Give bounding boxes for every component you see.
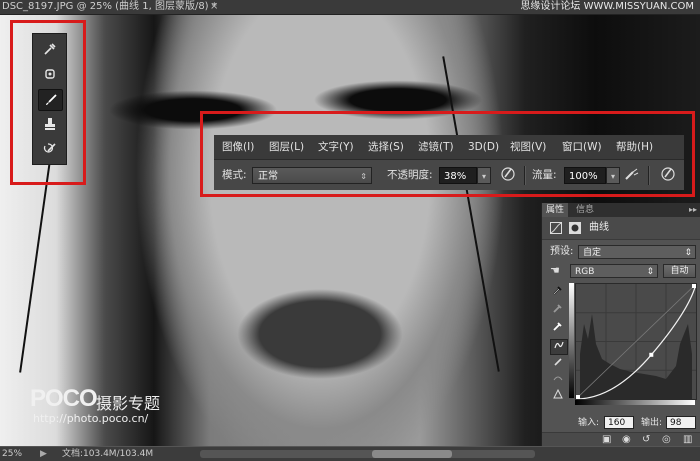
input-gradient-bar xyxy=(575,400,695,405)
white-point-eyedropper-icon[interactable] xyxy=(550,321,566,335)
opacity-field[interactable]: 38% xyxy=(439,167,477,184)
channel-row: ☚ RGB ⇕ 自动 xyxy=(542,262,700,280)
opacity-label: 不透明度: xyxy=(387,169,433,181)
horizontal-scrollbar[interactable] xyxy=(200,450,535,458)
menu-select[interactable]: 选择(S) xyxy=(368,135,404,159)
stamp-icon[interactable] xyxy=(38,114,61,134)
pressure-size-icon[interactable] xyxy=(658,166,678,185)
poco-logo: POCO xyxy=(30,385,98,412)
options-separator xyxy=(524,166,526,185)
input-output-row: 输入: 160 输出: 98 xyxy=(542,415,700,431)
preset-select[interactable]: 自定 ⇕ xyxy=(578,245,696,259)
pressure-opacity-icon[interactable] xyxy=(498,166,518,185)
tab-info[interactable]: 信息 xyxy=(572,203,598,217)
flow-field[interactable]: 100% xyxy=(564,167,606,184)
delete-icon[interactable]: ▥ xyxy=(683,433,692,447)
options-bar: 模式: 正常 ⇕ 不透明度: 38% ▾ 流量: 100% ▾ xyxy=(214,159,684,190)
mode-select[interactable]: 正常 ⇕ xyxy=(252,167,372,184)
smooth-icon[interactable] xyxy=(550,373,566,387)
menu-type[interactable]: 文字(Y) xyxy=(318,135,354,159)
preset-label: 预设: xyxy=(550,246,574,257)
status-menu-icon[interactable]: ▶ xyxy=(40,447,47,461)
channel-select[interactable]: RGB ⇕ xyxy=(570,264,658,278)
properties-tabs: 属性 信息 ▸▸ xyxy=(542,203,700,217)
poco-brand: 摄影专题 xyxy=(96,394,161,413)
scrollbar-thumb[interactable] xyxy=(372,450,452,458)
collapse-icon[interactable]: ▸▸ xyxy=(689,203,697,217)
menu-window[interactable]: 窗口(W) xyxy=(562,135,602,159)
curve-point[interactable] xyxy=(649,352,654,357)
select-arrows-icon: ⇕ xyxy=(646,267,654,277)
preset-row: 预设: 自定 ⇕ xyxy=(542,243,700,261)
select-arrows-icon: ⇕ xyxy=(684,248,692,258)
hand-target-icon[interactable]: ☚ xyxy=(550,264,560,277)
black-point-eyedropper-icon[interactable] xyxy=(550,285,566,299)
mode-label: 模式: xyxy=(222,169,247,181)
eyedropper-icon[interactable] xyxy=(38,39,61,59)
options-separator xyxy=(648,166,650,185)
gray-point-eyedropper-icon[interactable] xyxy=(550,303,566,317)
output-label: 输出: xyxy=(641,418,663,428)
reset-icon[interactable]: ↺ xyxy=(642,433,650,447)
curve-point[interactable] xyxy=(692,284,696,288)
menu-bar: 图像(I) 图层(L) 文字(Y) 选择(S) 滤镜(T) 3D(D) 视图(V… xyxy=(214,135,684,159)
input-field[interactable]: 160 xyxy=(604,416,634,429)
status-bar: 25% ▶ 文档:103.4M/103.4M xyxy=(0,446,700,461)
opacity-dropdown-icon[interactable]: ▾ xyxy=(477,167,491,184)
airbrush-icon[interactable] xyxy=(622,166,642,185)
visibility-icon[interactable]: ◎ xyxy=(662,433,671,447)
view-previous-icon[interactable]: ◉ xyxy=(622,433,631,447)
curve-point[interactable] xyxy=(576,395,580,399)
close-icon[interactable]: × xyxy=(210,0,218,14)
properties-footer: ▣ ◉ ↺ ◎ ▥ xyxy=(542,432,700,447)
input-label: 输入: xyxy=(578,418,600,428)
poco-url: http://photo.poco.cn/ xyxy=(33,412,149,425)
menu-layer[interactable]: 图层(L) xyxy=(269,135,304,159)
curves-adjustment-icon xyxy=(550,222,562,237)
site-watermark: 思缘设计论坛 WWW.MISSYUAN.COM xyxy=(520,1,694,12)
clip-to-layer-icon[interactable]: ▣ xyxy=(602,433,611,447)
layer-mask-icon[interactable] xyxy=(569,222,581,237)
document-title: DSC_8197.JPG @ 25% (曲线 1, 图层蒙版/8) * xyxy=(2,1,217,12)
properties-panel: 属性 信息 ▸▸ 曲线 预设: 自定 ⇕ ☚ RGB ⇕ 自动 输入: 160 … xyxy=(541,203,700,447)
flow-label: 流量: xyxy=(532,169,557,181)
bandage-icon[interactable] xyxy=(38,64,61,84)
flow-dropdown-icon[interactable]: ▾ xyxy=(606,167,620,184)
history-brush-icon[interactable] xyxy=(38,139,61,159)
tools-panel xyxy=(32,33,67,165)
curve-edit-icon[interactable] xyxy=(550,339,568,355)
tab-properties[interactable]: 属性 xyxy=(542,203,569,217)
select-arrows-icon: ⇕ xyxy=(360,172,367,181)
menu-view[interactable]: 视图(V) xyxy=(510,135,546,159)
brush-icon[interactable] xyxy=(38,89,63,111)
channel-value: RGB xyxy=(575,267,595,277)
output-field[interactable]: 98 xyxy=(666,416,696,429)
menu-filter[interactable]: 滤镜(T) xyxy=(418,135,454,159)
clipping-warning-icon[interactable] xyxy=(550,388,566,403)
preset-value: 自定 xyxy=(583,248,602,258)
mode-value: 正常 xyxy=(258,171,278,182)
panel-title: 曲线 xyxy=(589,222,609,233)
auto-button[interactable]: 自动 xyxy=(663,264,696,278)
document-tab[interactable]: DSC_8197.JPG @ 25% (曲线 1, 图层蒙版/8) * × 思缘… xyxy=(0,0,700,15)
output-gradient-bar xyxy=(569,283,574,398)
hair-strand xyxy=(442,56,500,372)
menu-image[interactable]: 图像(I) xyxy=(222,135,254,159)
menu-3d[interactable]: 3D(D) xyxy=(468,135,499,159)
properties-header: 曲线 xyxy=(542,217,700,240)
curve-graph[interactable] xyxy=(575,283,697,400)
document-size: 文档:103.4M/103.4M xyxy=(62,449,154,459)
pencil-icon[interactable] xyxy=(550,357,566,371)
zoom-level[interactable]: 25% xyxy=(2,447,22,461)
menu-help[interactable]: 帮助(H) xyxy=(616,135,653,159)
